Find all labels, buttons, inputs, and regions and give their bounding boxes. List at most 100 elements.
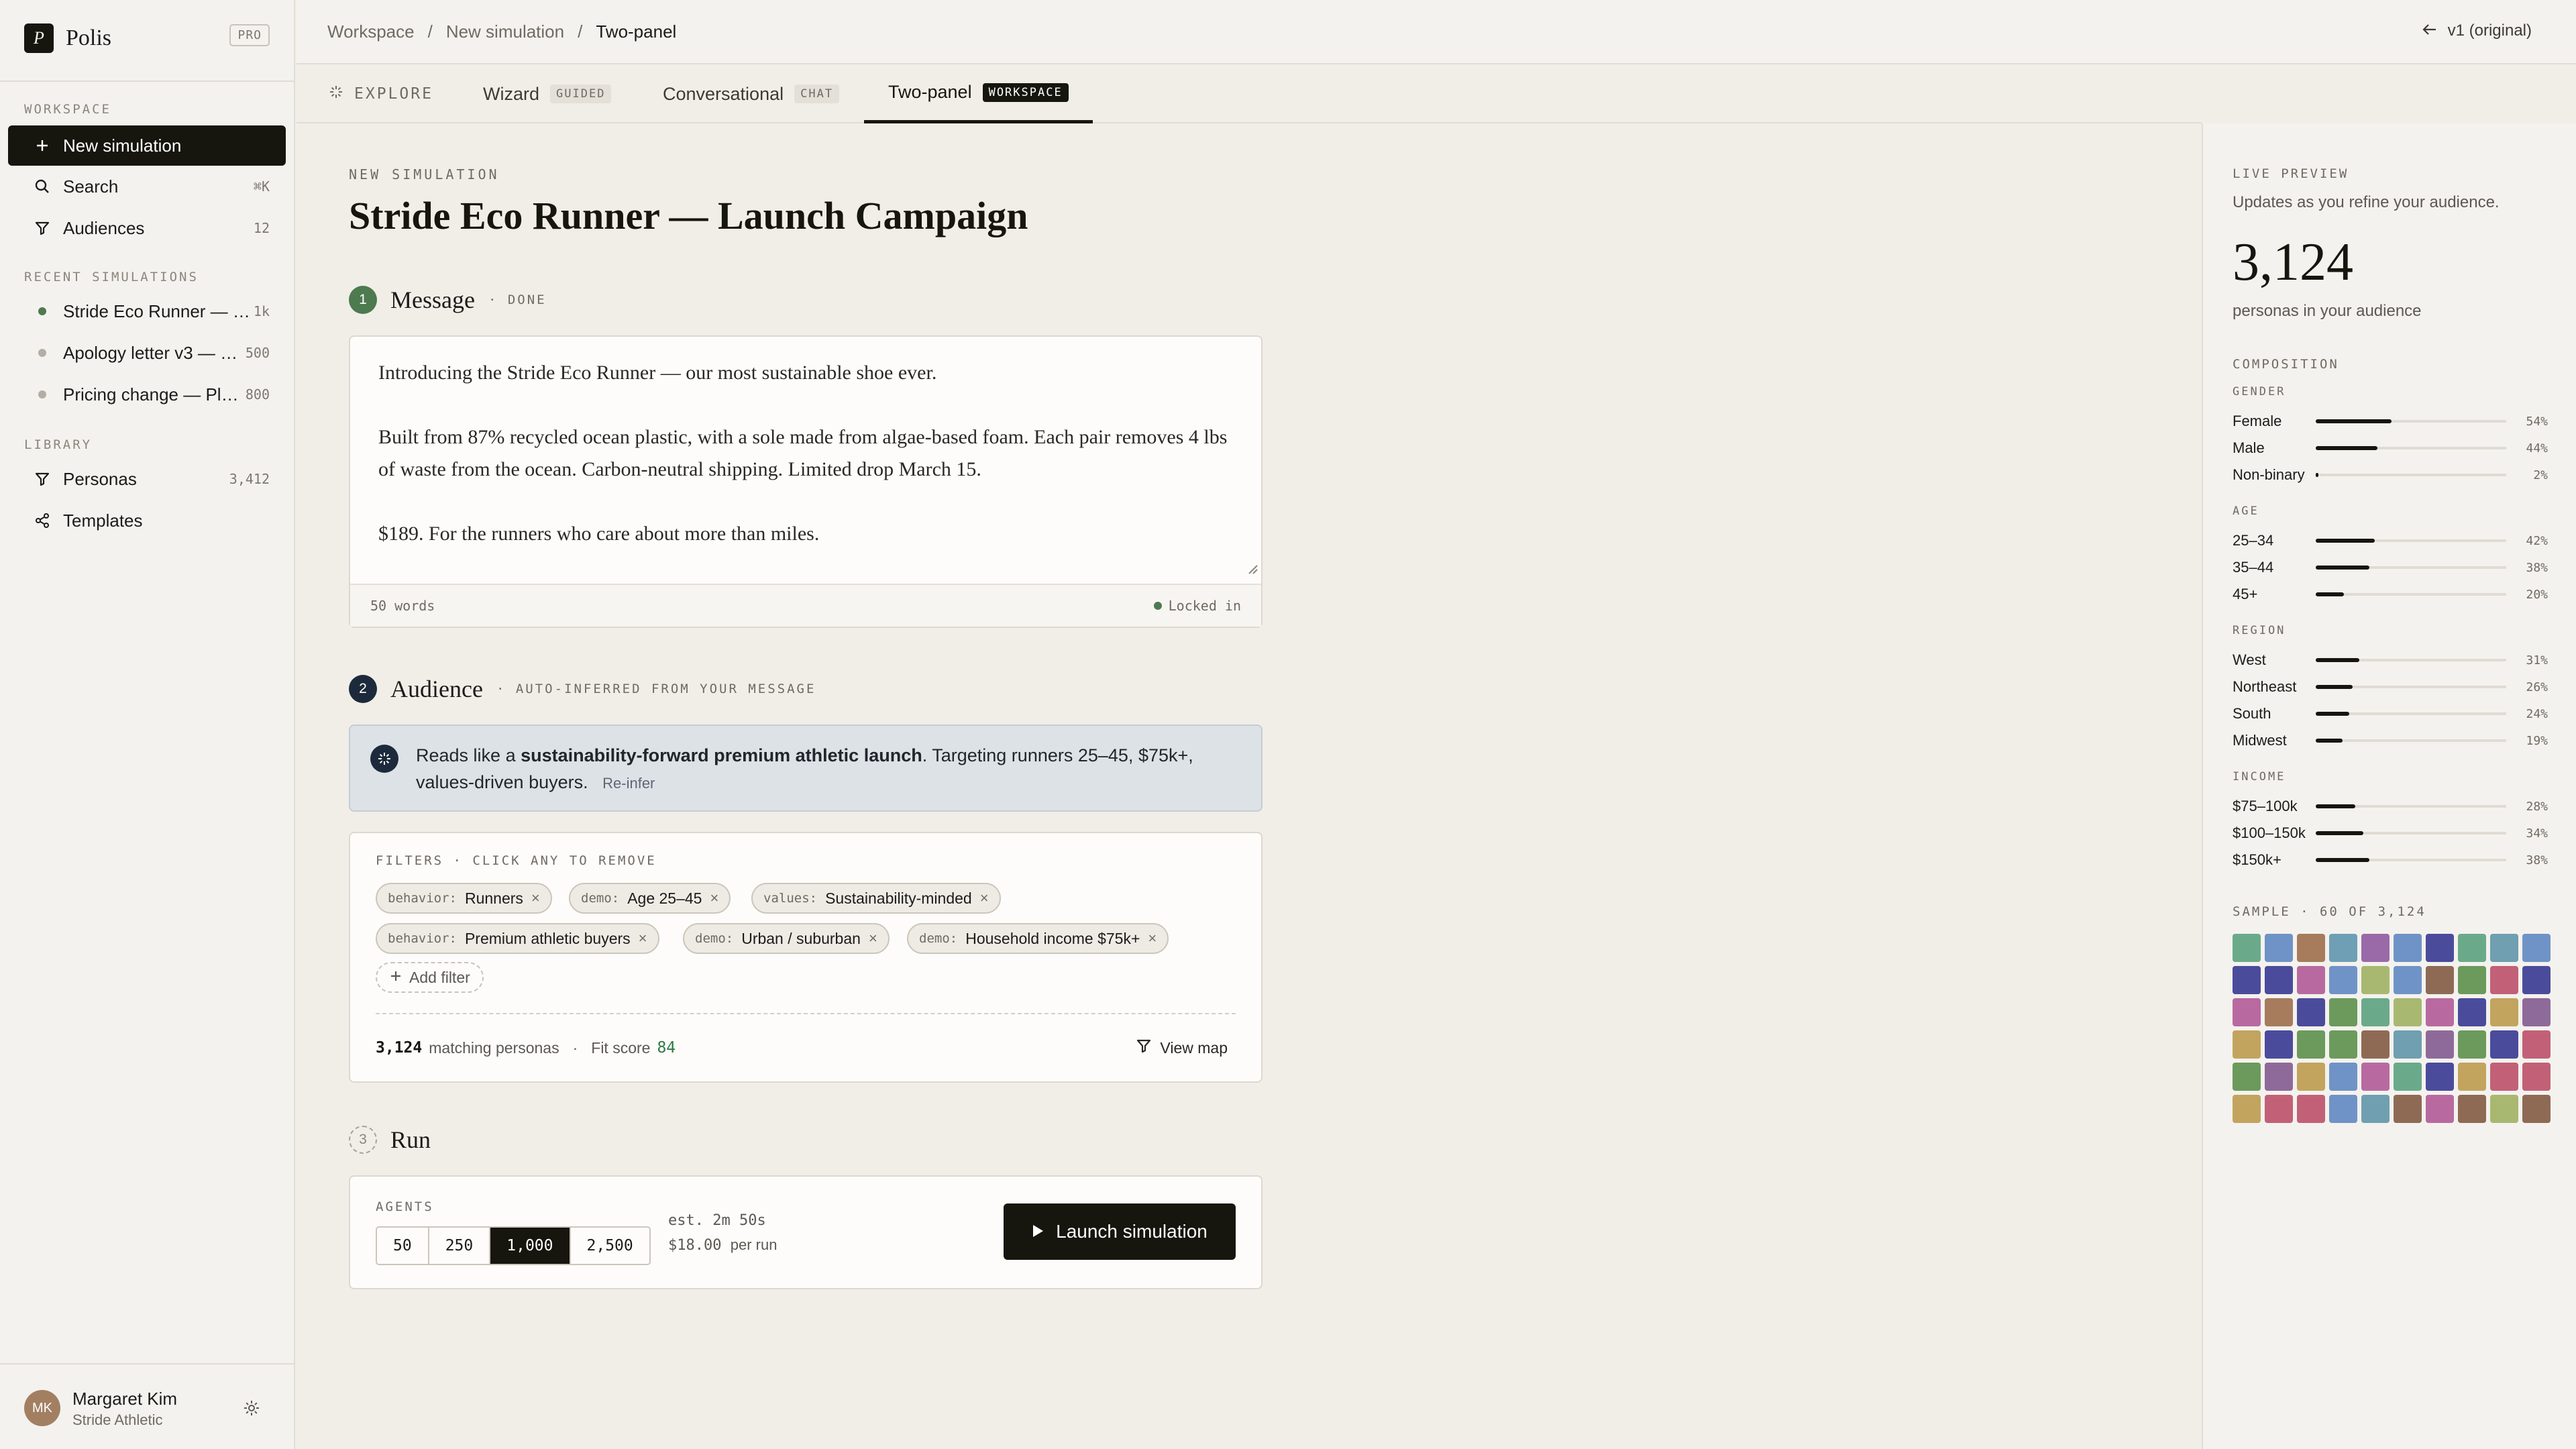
filter-chip[interactable]: demo: Household income $75k+ × (907, 923, 1169, 954)
agents-option[interactable]: 2,500 (570, 1228, 649, 1264)
persona-swatch[interactable] (2458, 966, 2486, 994)
version-switcher[interactable]: v1 (original) (2422, 21, 2532, 40)
filter-chip[interactable]: demo: Age 25–45 × (569, 883, 731, 914)
add-filter-button[interactable]: Add filter (376, 962, 484, 993)
persona-swatch[interactable] (2233, 1030, 2261, 1059)
persona-swatch[interactable] (2522, 1095, 2551, 1123)
message-text[interactable]: Introducing the Stride Eco Runner — our … (378, 357, 1233, 582)
sidebar-item-templates[interactable]: Templates (8, 500, 286, 541)
agents-option[interactable]: 250 (429, 1228, 491, 1264)
recent-simulation-item[interactable]: Pricing change — Plus tier 800 (8, 374, 286, 415)
persona-swatch[interactable] (2458, 934, 2486, 962)
persona-swatch[interactable] (2265, 998, 2293, 1026)
sidebar-item-audiences[interactable]: Audiences 12 (8, 208, 286, 248)
persona-swatch[interactable] (2458, 998, 2486, 1026)
brand[interactable]: P Polis (24, 23, 111, 54)
persona-swatch[interactable] (2394, 934, 2422, 962)
filter-chip[interactable]: values: Sustainability-minded × (751, 883, 1001, 914)
close-icon[interactable]: × (1148, 930, 1157, 947)
breadcrumb-workspace[interactable]: Workspace (327, 21, 415, 42)
breadcrumb-new-simulation[interactable]: New simulation (446, 21, 564, 42)
persona-swatch[interactable] (2233, 1095, 2261, 1123)
persona-swatch[interactable] (2265, 1063, 2293, 1091)
message-editor[interactable]: Introducing the Stride Eco Runner — our … (349, 335, 1263, 628)
persona-swatch[interactable] (2265, 1095, 2293, 1123)
persona-swatch[interactable] (2394, 998, 2422, 1026)
persona-swatch[interactable] (2458, 1063, 2486, 1091)
persona-swatch[interactable] (2490, 1063, 2518, 1091)
persona-swatch[interactable] (2297, 966, 2325, 994)
persona-swatch[interactable] (2426, 998, 2454, 1026)
persona-swatch[interactable] (2233, 934, 2261, 962)
persona-swatch[interactable] (2426, 966, 2454, 994)
persona-swatch[interactable] (2297, 1095, 2325, 1123)
filter-chip[interactable]: behavior: Runners × (376, 883, 552, 914)
persona-swatch[interactable] (2233, 966, 2261, 994)
persona-swatch[interactable] (2297, 1063, 2325, 1091)
persona-swatch[interactable] (2265, 934, 2293, 962)
launch-simulation-button[interactable]: Launch simulation (1004, 1203, 1236, 1260)
agents-option[interactable]: 50 (377, 1228, 429, 1264)
persona-swatch[interactable] (2522, 998, 2551, 1026)
persona-swatch[interactable] (2490, 1030, 2518, 1059)
resize-handle-icon[interactable] (1246, 559, 1258, 580)
persona-swatch[interactable] (2265, 966, 2293, 994)
persona-swatch[interactable] (2426, 1095, 2454, 1123)
settings-icon[interactable] (243, 1399, 260, 1421)
persona-swatch[interactable] (2233, 998, 2261, 1026)
persona-swatch[interactable] (2361, 1095, 2390, 1123)
close-icon[interactable]: × (710, 890, 718, 907)
persona-swatch[interactable] (2458, 1095, 2486, 1123)
close-icon[interactable]: × (639, 930, 647, 947)
filter-chip[interactable]: behavior: Premium athletic buyers × (376, 923, 659, 954)
persona-swatch[interactable] (2233, 1063, 2261, 1091)
persona-swatch[interactable] (2490, 998, 2518, 1026)
persona-swatch[interactable] (2522, 1030, 2551, 1059)
persona-swatch[interactable] (2426, 1030, 2454, 1059)
persona-swatch[interactable] (2265, 1030, 2293, 1059)
agents-selector[interactable]: 50 250 1,000 2,500 (376, 1226, 651, 1265)
filter-chip[interactable]: demo: Urban / suburban × (683, 923, 890, 954)
persona-swatch[interactable] (2394, 1095, 2422, 1123)
persona-swatch[interactable] (2394, 1030, 2422, 1059)
sidebar-item-personas[interactable]: Personas 3,412 (8, 459, 286, 499)
persona-swatch[interactable] (2426, 1063, 2454, 1091)
agents-option-selected[interactable]: 1,000 (490, 1228, 571, 1264)
tab-wizard[interactable]: Wizard GUIDED (483, 64, 612, 123)
persona-swatch[interactable] (2329, 1030, 2357, 1059)
persona-swatch[interactable] (2361, 1030, 2390, 1059)
persona-swatch[interactable] (2297, 998, 2325, 1026)
persona-swatch[interactable] (2329, 1063, 2357, 1091)
persona-swatch[interactable] (2490, 934, 2518, 962)
recent-simulation-item[interactable]: Stride Eco Runner — Launch Campaign 1k (8, 291, 286, 331)
persona-swatch[interactable] (2458, 1030, 2486, 1059)
persona-swatch[interactable] (2361, 934, 2390, 962)
persona-swatch[interactable] (2490, 966, 2518, 994)
persona-swatch[interactable] (2522, 1063, 2551, 1091)
close-icon[interactable]: × (980, 890, 989, 907)
persona-swatch[interactable] (2361, 998, 2390, 1026)
persona-swatch[interactable] (2394, 966, 2422, 994)
tab-conversational[interactable]: Conversational CHAT (663, 64, 840, 123)
persona-swatch[interactable] (2490, 1095, 2518, 1123)
persona-swatch[interactable] (2329, 966, 2357, 994)
persona-swatch[interactable] (2394, 1063, 2422, 1091)
reinfer-link[interactable]: Re-infer (602, 775, 655, 792)
avatar[interactable]: MK (24, 1390, 60, 1426)
recent-simulation-item[interactable]: Apology letter v3 — Outage 500 (8, 333, 286, 373)
tab-two-panel[interactable]: Two-panel WORKSPACE (864, 64, 1093, 123)
view-map-button[interactable]: View map (1136, 1038, 1228, 1058)
persona-swatch[interactable] (2361, 966, 2390, 994)
persona-swatch[interactable] (2297, 934, 2325, 962)
persona-swatch[interactable] (2522, 934, 2551, 962)
close-icon[interactable]: × (869, 930, 877, 947)
tab-explore[interactable]: EXPLORE (329, 64, 433, 123)
new-simulation-button[interactable]: New simulation (8, 125, 286, 166)
persona-swatch[interactable] (2329, 934, 2357, 962)
persona-swatch[interactable] (2361, 1063, 2390, 1091)
sidebar-item-search[interactable]: Search ⌘K (8, 166, 286, 207)
persona-swatch[interactable] (2297, 1030, 2325, 1059)
persona-swatch[interactable] (2329, 1095, 2357, 1123)
persona-swatch[interactable] (2329, 998, 2357, 1026)
persona-swatch[interactable] (2426, 934, 2454, 962)
